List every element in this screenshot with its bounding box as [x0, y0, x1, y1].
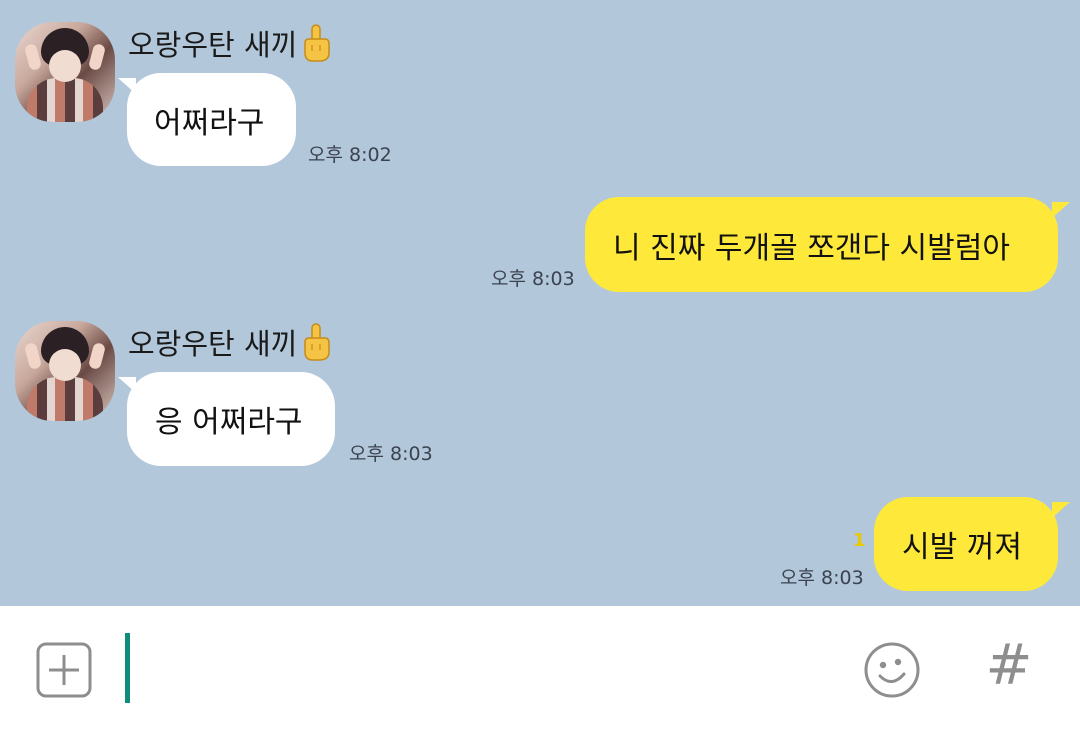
plus-square-icon[interactable] — [36, 642, 92, 698]
message-time: 오후 8:03 — [780, 567, 864, 589]
avatar-face — [49, 50, 81, 82]
message-input-bar: # — [0, 606, 1080, 732]
message-bubble[interactable]: 어쩌라구 — [127, 73, 296, 166]
avatar-hand — [23, 341, 43, 371]
message-bubble[interactable]: 시발 꺼져 — [874, 497, 1058, 591]
middle-finger-icon — [304, 323, 331, 361]
message-time: 오후 8:03 — [349, 443, 433, 465]
unread-count: 1 — [853, 530, 866, 551]
sender-name-text: 오랑우탄 새끼 — [128, 28, 298, 62]
avatar-face — [49, 349, 81, 381]
avatar-hand — [23, 42, 43, 72]
message-text: 응 어쩌라구 — [155, 405, 303, 440]
hash-button[interactable]: # — [982, 636, 1036, 696]
avatar-hand — [87, 42, 107, 72]
sender-name: 오랑우탄 새끼 — [128, 321, 331, 363]
avatar-hand — [87, 341, 107, 371]
text-cursor — [125, 633, 130, 703]
bubble-tail — [1052, 202, 1070, 218]
chat-area: 오랑우탄 새끼 어쩌라구 오후 8:02 오후 8:03 니 진짜 두개골 쪼갠… — [0, 0, 1080, 606]
avatar[interactable] — [15, 22, 115, 122]
message-bubble[interactable]: 니 진짜 두개골 쪼갠다 시발럼아 — [585, 197, 1058, 292]
bubble-tail — [1052, 502, 1070, 518]
avatar-body — [27, 78, 103, 122]
middle-finger-icon — [304, 24, 331, 62]
sender-name-text: 오랑우탄 새끼 — [128, 327, 298, 361]
message-bubble[interactable]: 응 어쩌라구 — [127, 372, 335, 466]
message-text: 니 진짜 두개골 쪼갠다 시발럼아 — [613, 230, 1010, 266]
message-text: 시발 꺼져 — [902, 530, 1022, 565]
avatar[interactable] — [15, 321, 115, 421]
avatar-body — [27, 377, 103, 421]
message-text: 어쩌라구 — [154, 105, 265, 141]
smiley-icon[interactable] — [862, 640, 922, 700]
message-input[interactable] — [135, 628, 839, 710]
message-time: 오후 8:03 — [491, 268, 575, 290]
sender-name: 오랑우탄 새끼 — [128, 22, 331, 64]
message-time: 오후 8:02 — [308, 144, 392, 166]
